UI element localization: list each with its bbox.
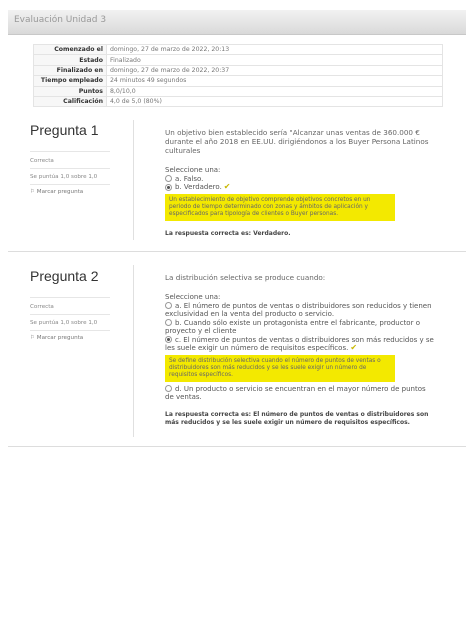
question-status: Correcta xyxy=(30,304,54,310)
table-row: Puntos 8,0/10,0 xyxy=(33,85,443,97)
flag-icon: ⚐ xyxy=(30,189,36,195)
radio-button[interactable] xyxy=(165,183,172,191)
page-header-bar: Evaluación Unidad 3 xyxy=(8,10,466,35)
question-info-2: Pregunta 2 Correcta Se puntúa 1,0 sobre … xyxy=(30,265,134,437)
question-title: Pregunta 1 xyxy=(30,122,99,138)
summary-label: Puntos xyxy=(33,85,107,97)
divider xyxy=(8,446,466,447)
summary-label: Finalizado en xyxy=(33,64,107,77)
radio-button[interactable] xyxy=(165,385,172,392)
feedback-box: Un establecimiento de objetivo comprende… xyxy=(165,193,395,221)
question-score: Se puntúa 1,0 sobre 1,0 xyxy=(30,174,98,180)
question-title: Pregunta 2 xyxy=(30,268,99,284)
summary-value: domingo, 27 de marzo de 2022, 20:13 xyxy=(106,43,443,56)
question-score: Se puntúa 1,0 sobre 1,0 xyxy=(30,320,98,326)
question-text: La distribución selectiva se produce cua… xyxy=(165,273,326,282)
radio-button[interactable] xyxy=(165,175,172,182)
summary-label: Calificación xyxy=(33,95,107,108)
feedback-box: Se define distribución selectiva cuando … xyxy=(165,354,395,382)
divider xyxy=(8,251,466,252)
answer-option-d[interactable]: d. Un producto o servicio se encuentran … xyxy=(165,385,435,402)
table-row: Tiempo empleado 24 minutos 49 segundos xyxy=(33,75,443,87)
answer-prompt: Seleccione una: xyxy=(165,166,221,174)
answer-option-a[interactable]: a. El número de puntos de ventas o distr… xyxy=(165,302,435,319)
question-status: Correcta xyxy=(30,158,54,164)
radio-button[interactable] xyxy=(165,319,172,326)
radio-button[interactable] xyxy=(165,302,172,309)
summary-value: 24 minutos 49 segundos xyxy=(106,75,443,87)
summary-value: Finalizado xyxy=(106,54,443,66)
radio-button[interactable] xyxy=(165,336,172,343)
answer-option-c[interactable]: c. El número de puntos de ventas o distr… xyxy=(165,336,435,353)
question-info-1: Pregunta 1 Correcta Se puntúa 1,0 sobre … xyxy=(30,120,134,240)
attempt-summary-table: Comenzado el domingo, 27 de marzo de 2022… xyxy=(33,43,443,108)
summary-label: Estado xyxy=(33,54,107,66)
answer-option-b[interactable]: b. Cuando sólo existe un protagonista en… xyxy=(165,319,435,336)
summary-value: 4,0 de 5,0 (80%) xyxy=(106,95,443,108)
summary-value: 8,0/10,0 xyxy=(106,85,443,97)
correct-answer: La respuesta correcta es: El número de p… xyxy=(165,410,429,426)
table-row: Comenzado el domingo, 27 de marzo de 2022… xyxy=(33,43,443,56)
summary-label: Comenzado el xyxy=(33,43,107,56)
summary-value: domingo, 27 de marzo de 2022, 20:37 xyxy=(106,64,443,77)
question-content-2: La distribución selectiva se produce cua… xyxy=(165,273,435,427)
table-row: Calificación 4,0 de 5,0 (80%) xyxy=(33,95,443,108)
table-row: Finalizado en domingo, 27 de marzo de 202… xyxy=(33,64,443,77)
correct-answer: La respuesta correcta es: Verdadero. xyxy=(165,229,291,237)
question-content-1: Un objetivo bien establecido sería "Alca… xyxy=(165,128,435,238)
answer-option-b[interactable]: b. Verdadero. ✔ xyxy=(165,182,435,192)
checkmark-icon: ✔ xyxy=(223,182,231,191)
table-row: Estado Finalizado xyxy=(33,54,443,66)
flag-icon: ⚐ xyxy=(30,335,36,341)
flag-question-link[interactable]: ⚐ Marcar pregunta xyxy=(30,189,133,195)
answer-option-a[interactable]: a. Falso. xyxy=(165,175,435,184)
checkmark-icon: ✔ xyxy=(350,343,358,352)
question-text: Un objetivo bien establecido sería "Alca… xyxy=(165,128,429,155)
page-title: Evaluación Unidad 3 xyxy=(14,15,107,25)
summary-label: Tiempo empleado xyxy=(33,75,107,87)
answer-prompt: Seleccione una: xyxy=(165,293,221,301)
flag-question-link[interactable]: ⚐ Marcar pregunta xyxy=(30,335,133,341)
